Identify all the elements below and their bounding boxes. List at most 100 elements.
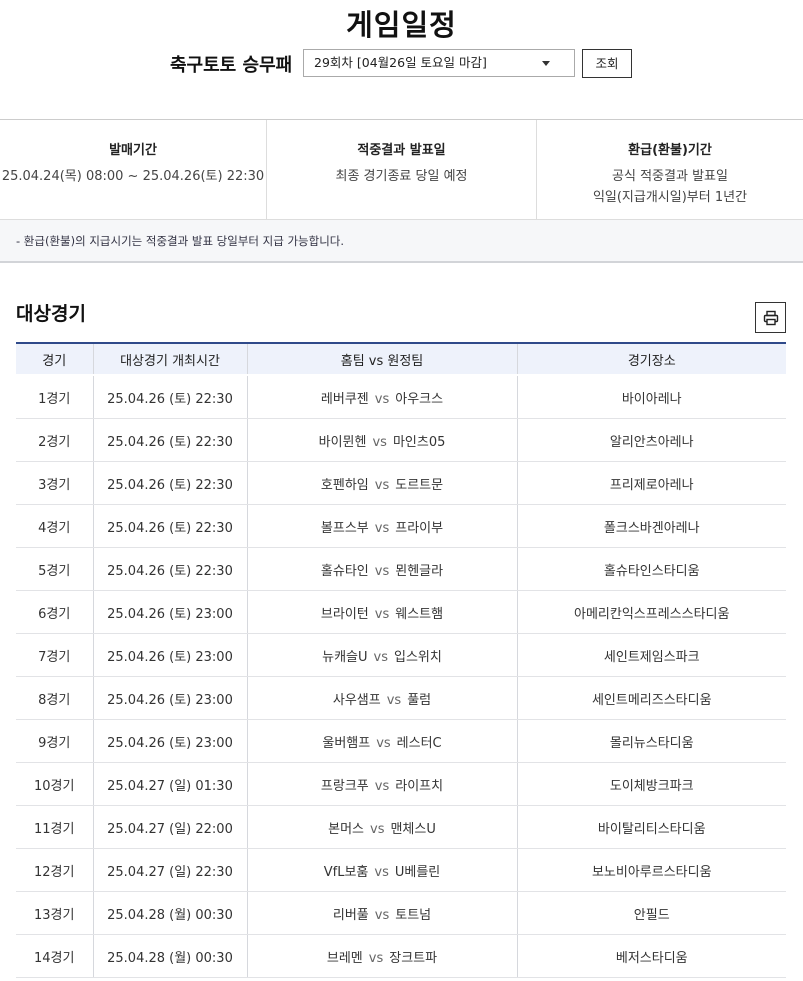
game-time: 25.04.27 (일) 22:30 — [92, 848, 247, 892]
game-teams: 본머스 vs 맨체스U — [246, 805, 517, 849]
search-button[interactable]: 조회 — [582, 49, 632, 78]
table-row: 11경기 25.04.27 (일) 22:00 본머스 vs 맨체스U 바이탈리티스타디움 — [16, 805, 786, 849]
away-team: 아우크스 — [395, 391, 444, 407]
game-time: 25.04.26 (토) 22:30 — [92, 504, 247, 548]
away-team: 토트넘 — [395, 907, 432, 923]
away-team: 프라이부 — [395, 520, 444, 536]
section-title: 대상경기 — [16, 303, 86, 325]
away-team: 입스위치 — [394, 649, 442, 665]
game-no: 4경기 — [16, 504, 93, 548]
table-row: 5경기 25.04.26 (토) 22:30 홀슈타인 vs 묀헨글라 홀슈타인스타디움 — [16, 547, 786, 591]
game-type-label: 축구토토 승무패 — [170, 55, 293, 76]
game-venue: 도이체방크파크 — [516, 762, 786, 806]
game-time: 25.04.27 (일) 22:00 — [92, 805, 247, 849]
game-time: 25.04.26 (토) 22:30 — [92, 547, 247, 591]
vs-label: vs — [376, 735, 391, 751]
table-row: 4경기 25.04.26 (토) 22:30 볼프스부 vs 프라이부 폴크스바겐아레나 — [16, 504, 786, 548]
round-select[interactable]: 29회차 [04월26일 토요일 마감] — [303, 49, 575, 77]
chevron-down-icon — [542, 61, 550, 66]
table-row: 9경기 25.04.26 (토) 23:00 울버햄프 vs 레스터C 몰리뉴스타디움 — [16, 719, 786, 763]
game-teams: 바이뮌헨 vs 마인츠05 — [246, 418, 517, 462]
game-no: 14경기 — [16, 934, 93, 978]
home-team: 홀슈타인 — [320, 563, 369, 579]
away-team: 레스터C — [396, 735, 442, 751]
game-time: 25.04.26 (토) 22:30 — [92, 461, 247, 505]
game-teams: 레버쿠젠 vs 아우크스 — [246, 374, 517, 419]
away-team: 도르트문 — [395, 477, 444, 493]
game-venue: 세인트제임스파크 — [516, 633, 786, 677]
table-header-row: 경기 대상경기 개최시간 홈팀 vs 원정팀 경기장소 — [16, 342, 786, 376]
vs-label: vs — [374, 778, 390, 794]
game-teams: 볼프스부 vs 프라이부 — [246, 504, 517, 548]
header-time: 대상경기 개최시간 — [92, 342, 247, 376]
game-teams: 사우샘프 vs 풀럼 — [246, 676, 517, 720]
game-venue: 바이탈리티스타디움 — [516, 805, 786, 849]
home-team: 브레멘 — [326, 950, 363, 966]
refund-period-line2: 익일(지급개시일)부터 1년간 — [592, 190, 748, 205]
home-team: 프랑크푸 — [320, 778, 369, 794]
away-team: 풀럼 — [407, 692, 432, 708]
vs-label: vs — [386, 692, 402, 708]
game-no: 10경기 — [16, 762, 93, 806]
game-teams: 브라이턴 vs 웨스트햄 — [246, 590, 517, 634]
game-time: 25.04.26 (토) 22:30 — [92, 418, 247, 462]
table-row: 7경기 25.04.26 (토) 23:00 뉴캐슬U vs 입스위치 세인트제임스파크 — [16, 633, 786, 677]
result-date-title: 적중결과 발표일 — [357, 143, 446, 158]
game-teams: 리버풀 vs 토트넘 — [246, 891, 517, 935]
print-button[interactable] — [755, 302, 786, 333]
game-time: 25.04.26 (토) 22:30 — [92, 374, 247, 419]
home-team: 리버풀 — [332, 907, 369, 923]
home-team: 레버쿠젠 — [320, 391, 369, 407]
page-title: 게임일정 — [346, 8, 457, 42]
game-time: 25.04.28 (월) 00:30 — [92, 891, 247, 935]
game-no: 2경기 — [16, 418, 93, 462]
vs-label: vs — [374, 477, 390, 493]
info-panel: 발매기간 25.04.24(목) 08:00 ~ 25.04.26(토) 22:… — [0, 119, 803, 220]
home-team: 볼프스부 — [320, 520, 369, 536]
home-team: 호펜하임 — [320, 477, 369, 493]
vs-label: vs — [374, 606, 390, 622]
header-teams: 홈팀 vs 원정팀 — [246, 342, 517, 376]
vs-label: vs — [374, 391, 390, 407]
game-venue: 아메리칸익스프레스스타디움 — [516, 590, 786, 634]
game-time: 25.04.26 (토) 23:00 — [92, 719, 247, 763]
game-no: 7경기 — [16, 633, 93, 677]
table-row: 12경기 25.04.27 (일) 22:30 VfL보훔 vs U베를린 보노비아루르스… — [16, 848, 786, 892]
filter-row: 축구토토 승무패 29회차 [04월26일 토요일 마감] 조회 — [0, 49, 803, 79]
header-game-no: 경기 — [16, 342, 93, 376]
header-venue: 경기장소 — [516, 342, 786, 376]
home-team: 사우샘프 — [332, 692, 381, 708]
game-no: 1경기 — [16, 374, 93, 419]
game-no: 6경기 — [16, 590, 93, 634]
game-time: 25.04.27 (일) 01:30 — [92, 762, 247, 806]
games-table: 경기 대상경기 개최시간 홈팀 vs 원정팀 경기장소 1경기 25.04.26 … — [16, 342, 786, 978]
away-team: 라이프치 — [395, 778, 444, 794]
game-time: 25.04.26 (토) 23:00 — [92, 676, 247, 720]
game-time: 25.04.28 (월) 00:30 — [92, 934, 247, 978]
game-teams: 홀슈타인 vs 묀헨글라 — [246, 547, 517, 591]
refund-period: 환급(환불)기간 공식 적중결과 발표일 익일(지급개시일)부터 1년간 — [537, 120, 803, 220]
away-team: 맨체스U — [390, 821, 436, 837]
game-no: 9경기 — [16, 719, 93, 763]
refund-period-text: 공식 적중결과 발표일 익일(지급개시일)부터 1년간 — [537, 166, 803, 208]
home-team: 브라이턴 — [320, 606, 369, 622]
game-teams: 뉴캐슬U vs 입스위치 — [246, 633, 517, 677]
game-teams: 브레멘 vs 장크트파 — [246, 934, 517, 978]
table-row: 10경기 25.04.27 (일) 01:30 프랑크푸 vs 라이프치 도이체방크파크 — [16, 762, 786, 806]
game-no: 11경기 — [16, 805, 93, 849]
game-venue: 홀슈타인스타디움 — [516, 547, 786, 591]
vs-label: vs — [373, 649, 389, 665]
game-venue: 안필드 — [516, 891, 786, 935]
vs-label: vs — [370, 821, 385, 837]
home-team: 뉴캐슬U — [322, 649, 368, 665]
game-teams: 호펜하임 vs 도르트문 — [246, 461, 517, 505]
game-no: 12경기 — [16, 848, 93, 892]
table-row: 2경기 25.04.26 (토) 22:30 바이뮌헨 vs 마인츠05 알리안츠아레나 — [16, 418, 786, 462]
home-team: 울버햄프 — [322, 735, 371, 751]
game-no: 8경기 — [16, 676, 93, 720]
sale-period-title: 발매기간 — [109, 143, 157, 158]
table-row: 8경기 25.04.26 (토) 23:00 사우샘프 vs 풀럼 세인트메리즈스타디움 — [16, 676, 786, 720]
game-teams: 울버햄프 vs 레스터C — [246, 719, 517, 763]
vs-label: vs — [374, 864, 389, 880]
game-venue: 베저스타디움 — [516, 934, 786, 978]
